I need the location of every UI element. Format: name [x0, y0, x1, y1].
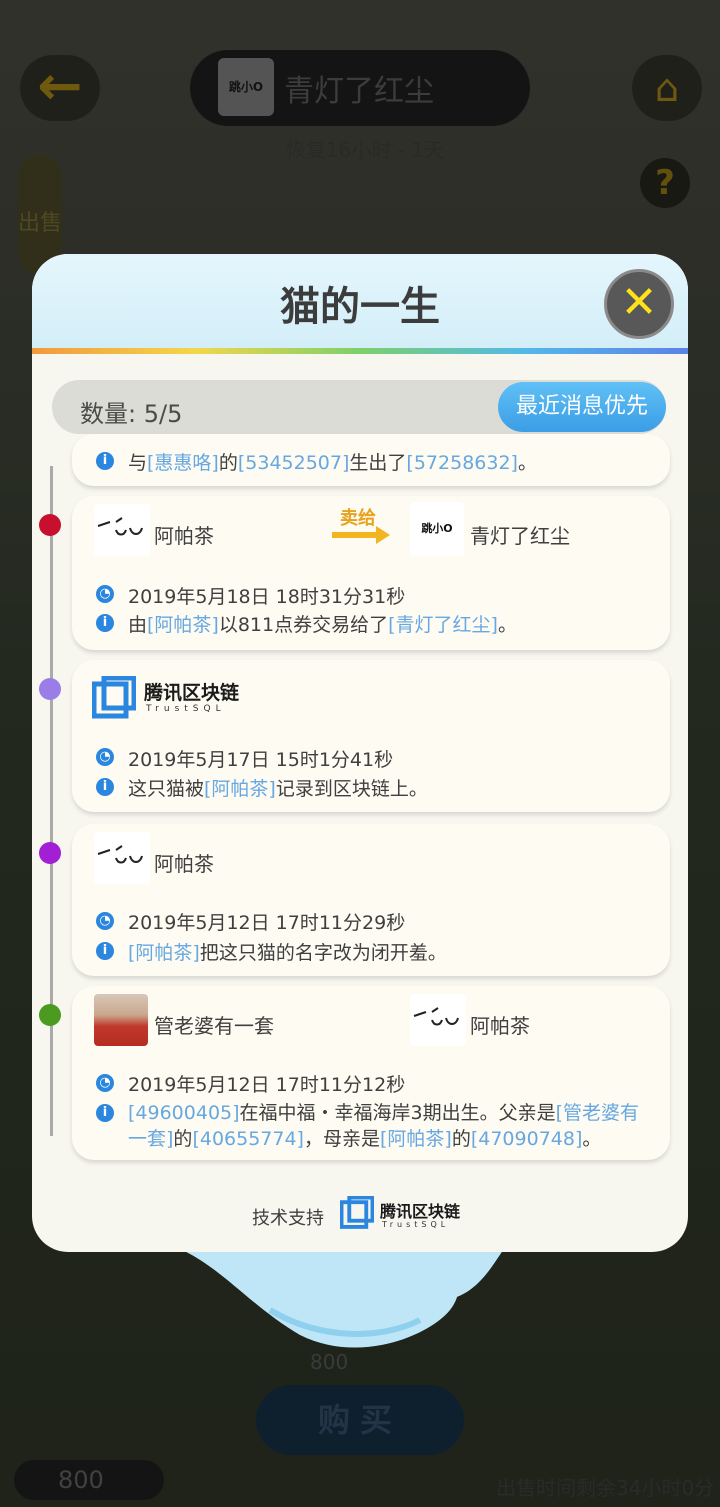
cat-id-link[interactable]: [40655774]: [192, 1128, 304, 1150]
sort-recent-first-button[interactable]: 最近消息优先: [498, 382, 666, 432]
cat-life-modal: 猫的一生 ✕ 数量: 5/5 最近消息优先 i 与[惠惠咯]的[53452507…: [32, 254, 688, 1252]
rainbow-divider: [32, 348, 688, 354]
close-icon[interactable]: ✕: [604, 269, 674, 339]
tech-support-label: 技术支持: [252, 1208, 324, 1229]
wave-decoration: [150, 1240, 510, 1348]
clock-icon: ◔: [96, 912, 114, 930]
trustsql-logo-subtext: TrustSQL: [146, 704, 226, 714]
user-link[interactable]: [惠惠咯]: [147, 452, 219, 474]
trustsql-logo-icon: [92, 676, 136, 719]
user-link[interactable]: [阿帕茶]: [128, 942, 200, 964]
event-card-blockchain: 腾讯区块链 TrustSQL ◔ 2019年5月17日 15时1分41秒 i 这…: [72, 660, 670, 812]
event-card-rename: 阿帕茶 ◔ 2019年5月12日 17时11分29秒 i [阿帕茶]把这只猫的名…: [72, 824, 670, 976]
owner-avatar: [94, 832, 150, 884]
event-info-text: 由[阿帕茶]以811点券交易给了[青灯了红尘]。: [128, 614, 517, 636]
event-info-line-1: [49600405]在福中福・幸福海岸3期出生。父亲是[管老婆有: [128, 1102, 640, 1124]
clock-icon: ◔: [96, 748, 114, 766]
cat-id-link[interactable]: [47090748]: [471, 1128, 583, 1150]
info-icon: i: [96, 942, 114, 960]
info-icon: i: [96, 778, 114, 796]
seller-avatar: [94, 504, 150, 556]
event-info-text: 这只猫被[阿帕茶]记录到区块链上。: [128, 778, 428, 800]
cat-id-link[interactable]: [49600405]: [128, 1102, 240, 1124]
cat-id-link[interactable]: [57258632]: [406, 452, 518, 474]
event-time: 2019年5月17日 15时1分41秒: [128, 749, 394, 771]
info-icon: i: [96, 614, 114, 632]
user-link[interactable]: [青灯了红尘]: [388, 614, 498, 636]
user-link[interactable]: 一套]: [128, 1128, 173, 1150]
event-card-birth: 管老婆有一套 阿帕茶 ◔ 2019年5月12日 17时11分12秒 i [496…: [72, 986, 670, 1160]
trustsql-logo-text: 腾讯区块链: [144, 682, 240, 704]
event-time: 2019年5月12日 17时11分29秒: [128, 912, 406, 934]
count-label: 数量: 5/5: [80, 400, 183, 428]
trustsql-logo-text: 腾讯区块链: [380, 1202, 461, 1221]
seller-name[interactable]: 阿帕茶: [154, 520, 214, 549]
info-icon: i: [96, 1104, 114, 1122]
timeline-dot: [39, 514, 61, 536]
cat-id-link[interactable]: [53452507]: [238, 452, 350, 474]
info-icon: i: [96, 452, 114, 470]
clock-icon: ◔: [96, 1074, 114, 1092]
mother-name[interactable]: 阿帕茶: [470, 1010, 530, 1039]
timeline-dot: [39, 678, 61, 700]
arrow-right-icon: [332, 526, 390, 544]
event-info-line-2: 一套]的[40655774]，母亲是[阿帕茶]的[47090748]。: [128, 1128, 602, 1150]
timeline-dot: [39, 842, 61, 864]
event-card-sale: 阿帕茶 卖给 跳小O 青灯了红尘 ◔ 2019年5月18日 18时31分31秒 …: [72, 496, 670, 650]
trustsql-logo-subtext: TrustSQL: [382, 1220, 450, 1229]
father-avatar: [94, 994, 148, 1046]
event-time: 2019年5月12日 17时11分12秒: [128, 1074, 406, 1096]
user-link[interactable]: [管老婆有: [556, 1102, 639, 1124]
owner-name[interactable]: 阿帕茶: [154, 848, 214, 877]
event-time: 2019年5月18日 18时31分31秒: [128, 586, 406, 608]
buyer-name[interactable]: 青灯了红尘: [470, 520, 570, 549]
user-link[interactable]: [阿帕茶]: [147, 614, 219, 636]
timeline-dot: [39, 1004, 61, 1026]
clock-icon: ◔: [96, 585, 114, 603]
father-name[interactable]: 管老婆有一套: [154, 1010, 274, 1039]
modal-title: 猫的一生: [280, 284, 440, 330]
event-info-text: 与[惠惠咯]的[53452507]生出了[57258632]。: [128, 452, 537, 474]
event-card-partial: i 与[惠惠咯]的[53452507]生出了[57258632]。: [72, 434, 670, 486]
mother-avatar: [410, 994, 466, 1046]
buyer-logo: 跳小O: [410, 502, 464, 556]
user-link[interactable]: [阿帕茶]: [204, 778, 276, 800]
timeline-line: [50, 466, 53, 1136]
trustsql-logo-icon: [340, 1196, 374, 1229]
user-link[interactable]: [阿帕茶]: [380, 1128, 452, 1150]
event-info-text: [阿帕茶]把这只猫的名字改为闭开羞。: [128, 942, 447, 964]
